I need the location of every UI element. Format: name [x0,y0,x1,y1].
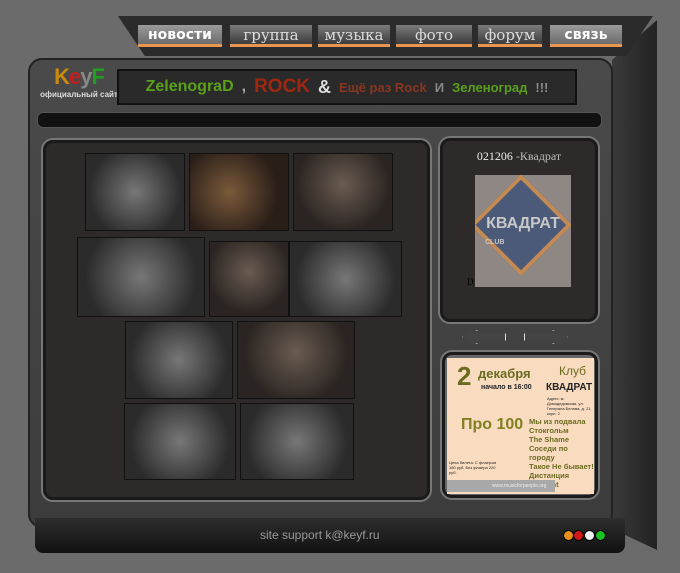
banner-part: ZelenograD [145,78,234,95]
poster-club-name: КВАДРАТ [546,382,593,393]
poster-bands: Мы из подвала Стокгольм The Shame Соседи по… [529,417,594,489]
photo-thumbnail[interactable] [125,321,233,399]
preview-caption: 021206 -Квадрат [476,149,562,163]
banner-part: !!! [535,79,549,95]
banner-part: ROCK [254,76,311,97]
poster-month: декабря [478,366,531,381]
photo-thumbnail[interactable] [189,153,289,231]
banner-part: Ещё раз Rock [339,79,427,95]
photo-thumbnail[interactable] [77,237,205,317]
photo-thumbnail[interactable] [237,321,355,399]
poster-address: Адрес: м. Домодедовская, ул. Генерала Бе… [547,396,592,416]
tab-news[interactable]: новости [138,25,222,47]
poster-start: начало в 16:00 [481,384,532,391]
tab-contact[interactable]: связь [550,25,622,47]
status-light-green [595,530,606,541]
status-light-red [573,530,584,541]
logo[interactable]: KeyF официальный сайт [40,64,118,110]
banner-part: Зеленоград [452,79,528,95]
photo-thumbnail[interactable] [209,241,289,317]
logo-subtitle: официальный сайт [40,90,118,99]
frame-right-wall [612,20,657,550]
tab-band[interactable]: группа [230,25,312,47]
event-poster[interactable]: 2 декабря начало в 16:00 Клуб КВАДРАТ Ад… [447,358,594,494]
preview-image-sub: CLUB [485,239,505,246]
banner-part: , [241,78,247,95]
preview-image[interactable]: КВАДРАТ CLUB [475,175,571,287]
banner: ZelenograD , ROCK & Ещё раз Rock И Зелен… [117,69,577,105]
poster-site: www.musicforpeople.org [447,480,555,492]
banner-part: & [318,76,332,97]
photo-thumbnail[interactable] [85,153,185,231]
poster-title: Про 100 [461,416,524,433]
status-light-white [584,530,595,541]
banner-part: И [434,79,445,95]
poster-prices: Цена билета: С флаером 180 руб. Без флае… [449,460,497,475]
support-text[interactable]: site support k@keyf.ru [260,528,380,542]
tab-music[interactable]: музыка [318,25,390,47]
tab-photo[interactable]: фото [396,25,472,47]
preview-image-text: КВАДРАТ [486,215,560,232]
photo-thumbnail[interactable] [124,403,236,480]
photo-thumbnail[interactable] [293,153,393,231]
poster-day: 2 [457,361,472,391]
poster-club-label: Клуб [559,364,586,378]
tab-forum[interactable]: форум [478,25,542,47]
preview-panel: 021206 -Квадрат КВАДРАТ CLUB D [440,138,598,322]
photo-thumbnail[interactable] [289,241,402,317]
photo-thumbnail[interactable] [240,403,354,480]
ticker-strip [37,112,602,128]
stray-letter: D [467,277,474,287]
